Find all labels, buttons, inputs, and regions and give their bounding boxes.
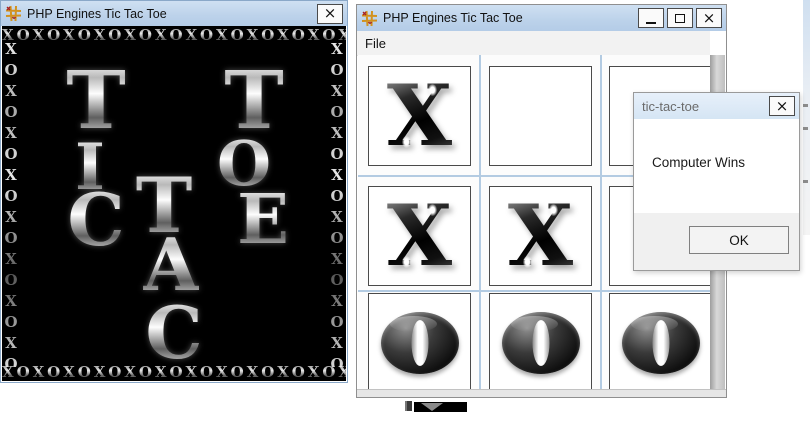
dialog-titlebar[interactable]: tic-tac-toe × (634, 93, 799, 119)
dialog-footer: OK (634, 213, 799, 270)
app-tic-tac-toe-grid-icon (361, 10, 378, 27)
o-piece (490, 294, 591, 392)
x-piece: X (386, 66, 453, 165)
grid-line-vertical (600, 55, 602, 389)
splash-letter: T (66, 53, 126, 147)
background-fragment-shape (421, 403, 443, 411)
splash-letter: C (67, 177, 125, 262)
desktop: PHP Engines Tic Tac Toe × XOXOXOXOXOXOXO… (0, 0, 810, 437)
o-piece (610, 294, 711, 392)
splash-window-titlebar[interactable]: PHP Engines Tic Tac Toe × (1, 1, 347, 26)
game-window-titlebar[interactable]: PHP Engines Tic Tac Toe × (357, 5, 726, 31)
background-window-edge (803, 0, 810, 235)
minimize-button[interactable] (638, 8, 664, 28)
o-piece (369, 294, 470, 392)
xo-border-top: XOXOXOXOXOXOXOXOXOXOXOXO (2, 26, 346, 44)
grid-line-horizontal (358, 290, 710, 292)
app-tic-tac-toe-grid-icon (5, 5, 22, 22)
xo-border-left: XOXOXOXOXOXOXOXOXOXO (2, 40, 20, 381)
result-dialog: tic-tac-toe × Computer Wins OK (633, 92, 800, 271)
close-icon: × (775, 96, 789, 115)
dialog-title: tic-tac-toe (642, 98, 700, 114)
splash-window: PHP Engines Tic Tac Toe × XOXOXOXOXOXOXO… (0, 0, 348, 383)
close-button[interactable]: × (696, 8, 722, 28)
board-cell[interactable]: X (368, 66, 471, 166)
x-piece: X (507, 186, 574, 285)
dialog-body: Computer Wins (634, 119, 799, 213)
maximize-button[interactable] (667, 8, 693, 28)
splash-window-title: PHP Engines Tic Tac Toe (27, 6, 167, 21)
x-piece: X (386, 186, 453, 285)
board-cell[interactable]: X (368, 186, 471, 286)
dialog-close-button[interactable]: × (769, 96, 795, 116)
window-bottom-border (357, 389, 726, 397)
menu-bar: File (357, 31, 710, 56)
board-cell[interactable] (489, 66, 592, 166)
minimize-icon (646, 21, 656, 24)
ok-button[interactable]: OK (689, 226, 789, 254)
background-window-mark (803, 104, 808, 107)
board-cell[interactable] (489, 293, 592, 393)
background-fragment-icon (405, 401, 412, 411)
background-window-mark (803, 180, 808, 183)
board-cell[interactable] (368, 293, 471, 393)
dialog-message: Computer Wins (652, 155, 746, 170)
maximize-icon (675, 13, 685, 23)
splash-image: XOXOXOXOXOXOXOXOXOXOXOXO XOXOXOXOXOXOXOX… (2, 26, 346, 381)
background-window-fragment (414, 402, 467, 412)
splash-letter: C (145, 290, 203, 375)
game-window-title: PHP Engines Tic Tac Toe (383, 11, 523, 25)
splash-letter: E (237, 180, 289, 260)
menu-file[interactable]: File (357, 36, 394, 51)
board-cell[interactable]: X (489, 186, 592, 286)
background-window-mark (803, 127, 808, 130)
board-cell[interactable] (609, 293, 712, 393)
close-icon: × (702, 8, 716, 27)
splash-close-button[interactable]: × (317, 3, 343, 24)
xo-border-right: XOXOXOXOXOXOXOXOXOXO (328, 40, 346, 381)
close-icon: × (323, 4, 337, 22)
grid-line-vertical (479, 55, 481, 389)
